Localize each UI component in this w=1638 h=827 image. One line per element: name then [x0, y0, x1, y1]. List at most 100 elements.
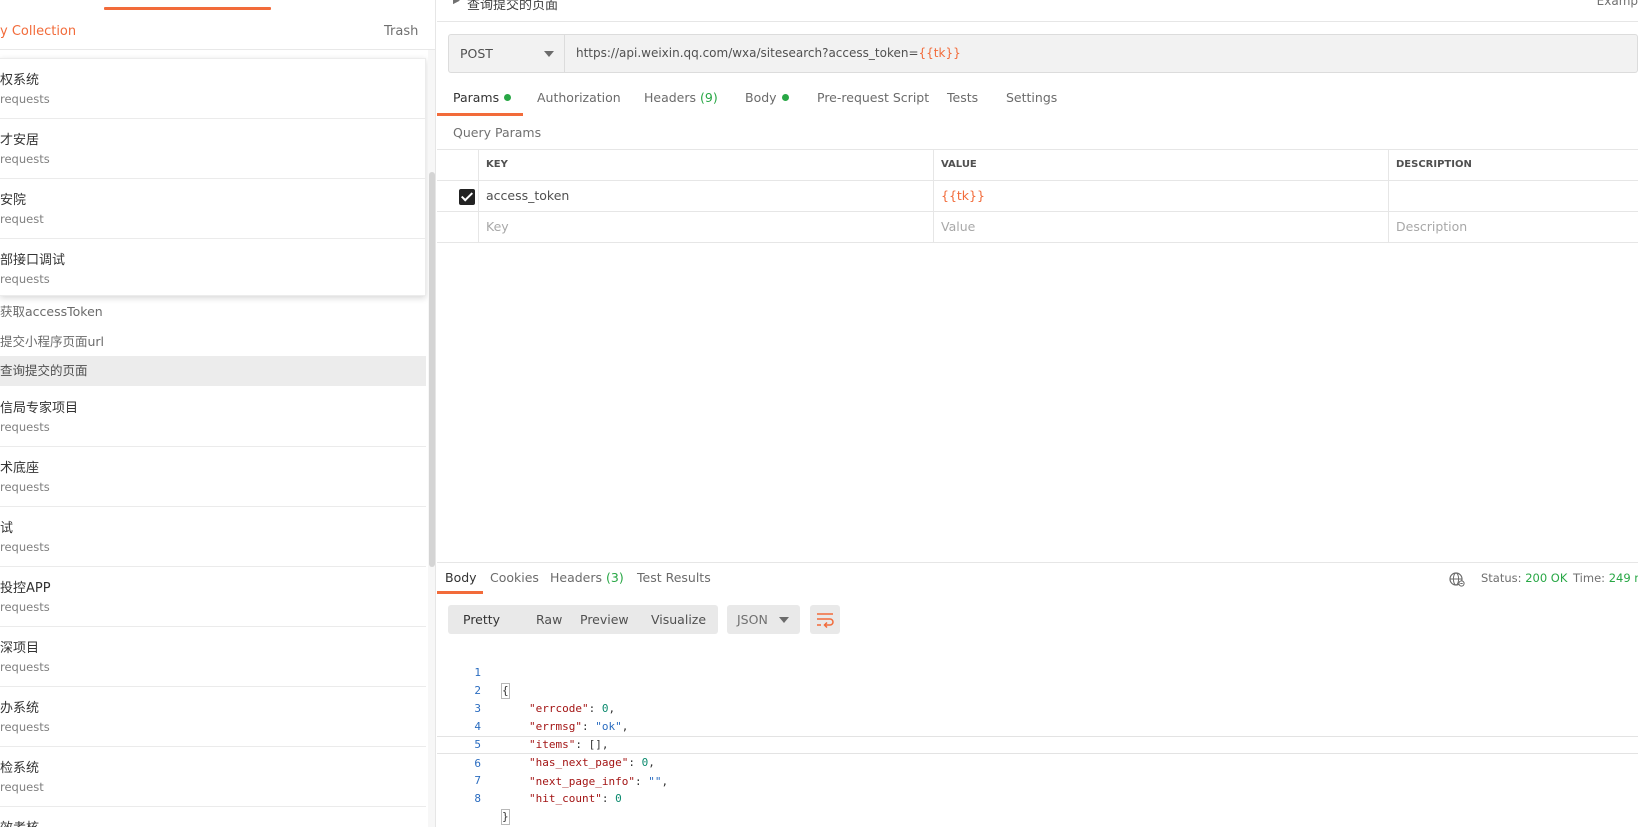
chevron-down-icon	[779, 617, 789, 623]
response-headers-count: (3)	[606, 570, 624, 585]
sidebar-scrollbar-thumb[interactable]	[429, 172, 435, 567]
tab-cookies[interactable]: Cookies	[490, 570, 539, 585]
collection-name: 才安居	[0, 133, 40, 148]
collection-count: requests	[0, 660, 50, 674]
collection-count: requests	[0, 600, 50, 614]
request-item-selected[interactable]: 查询提交的页面	[0, 356, 426, 386]
response-time[interactable]: Time: 249 m	[1573, 571, 1638, 585]
code-text: }	[501, 808, 510, 826]
pretty-button[interactable]: Pretty	[463, 612, 500, 627]
param-key[interactable]: access_token	[478, 181, 933, 211]
param-description[interactable]	[1388, 181, 1638, 211]
wrap-line-button[interactable]	[810, 605, 840, 634]
collection-item[interactable]: 安院 request	[0, 179, 426, 239]
method-select[interactable]: POST	[449, 35, 565, 72]
sidebar-active-tab-indicator	[104, 7, 271, 10]
description-input[interactable]: Description	[1388, 212, 1638, 242]
json-key: "hit_count"	[529, 792, 602, 805]
collection-item[interactable]: 投控APP requests	[0, 567, 426, 627]
tab-body[interactable]: Body	[745, 90, 789, 105]
url-bar: POST https://api.weixin.qq.com/wxa/sites…	[448, 34, 1638, 73]
collection-item[interactable]: 部接口调试 requests	[0, 239, 426, 299]
request-item[interactable]: 获取accessToken	[0, 297, 426, 327]
code-line: 1 {	[437, 646, 1638, 699]
wrap-lines-icon	[817, 613, 834, 629]
status-label: Status:	[1481, 571, 1522, 585]
raw-button[interactable]: Raw	[536, 612, 562, 627]
collection-name: 效考核	[0, 817, 39, 827]
collection-name: 安院	[0, 193, 27, 208]
collection-count: requests	[0, 92, 50, 106]
tab-pre-request-script[interactable]: Pre-request Script	[817, 90, 929, 105]
key-column-header: KEY	[478, 150, 933, 180]
code-line: 8 }	[437, 772, 1638, 825]
collection-name: 投控APP	[0, 581, 51, 596]
response-body-code[interactable]: 1 { 2 "errcode": 0, 3 "errmsg": "ok", 4 …	[437, 646, 1638, 825]
body-indicator-dot	[781, 94, 789, 101]
collection-item[interactable]: 检系统 request	[0, 747, 426, 807]
headers-count: (9)	[700, 90, 718, 105]
table-row-empty: Key Value Description	[437, 212, 1638, 243]
response-divider[interactable]	[437, 562, 1638, 563]
url-variable: {{tk}}	[918, 46, 961, 60]
globe-icon[interactable]	[1449, 571, 1465, 587]
collection-count: requests	[0, 420, 50, 434]
collection-item[interactable]: 才安居 requests	[0, 119, 426, 179]
param-value[interactable]: {{tk}}	[933, 181, 1388, 211]
collection-item[interactable]: 术底座 requests	[0, 447, 426, 507]
collection-item[interactable]: 试 requests	[0, 507, 426, 567]
preview-button[interactable]: Preview	[580, 612, 629, 627]
collection-count: requests	[0, 152, 50, 166]
tab-headers[interactable]: Headers (9)	[644, 90, 718, 105]
breadcrumb: ▶ 查询提交的页面 Examp	[437, 0, 1638, 22]
collection-item[interactable]: 权系统 requests	[0, 59, 426, 119]
active-tab-underline	[437, 113, 523, 116]
url-input[interactable]: https://api.weixin.qq.com/wxa/sitesearch…	[576, 46, 961, 60]
tab-headers-label: Headers	[644, 90, 697, 105]
key-input[interactable]: Key	[478, 212, 933, 242]
status-value: 200 OK	[1525, 571, 1568, 585]
new-collection-button[interactable]: y Collection	[0, 24, 76, 39]
line-number: 8	[474, 792, 481, 805]
tab-params[interactable]: Params	[453, 90, 512, 105]
main-panel: ▶ 查询提交的页面 Examp POST https://api.weixin.…	[437, 0, 1638, 827]
code-line-highlighted: 6 "next_page_info": "",	[437, 736, 1638, 788]
collection-item[interactable]: 办系统 requests	[0, 687, 426, 747]
sidebar-header: y Collection Trash	[0, 14, 435, 50]
collection-name: 权系统	[0, 73, 40, 88]
sidebar: y Collection Trash 权系统 requests 才安居 requ…	[0, 0, 436, 827]
tab-test-results[interactable]: Test Results	[637, 570, 711, 585]
collection-name: 部接口调试	[0, 253, 66, 268]
params-table: KEY VALUE DESCRIPTION access_token {{tk}…	[437, 149, 1638, 243]
collection-count: requests	[0, 720, 50, 734]
code-line: 4 "items": [],	[437, 700, 1638, 751]
request-item[interactable]: 提交小程序页面url	[0, 327, 426, 357]
collection-name: 深项目	[0, 641, 40, 656]
collection-name: 办系统	[0, 701, 40, 716]
method-label: POST	[460, 46, 493, 61]
examples-button[interactable]: Examp	[1597, 0, 1638, 8]
request-title[interactable]: 查询提交的页面	[467, 0, 558, 13]
collection-item[interactable]: 信局专家项目 requests	[0, 387, 426, 447]
collection-name: 检系统	[0, 761, 40, 776]
tab-tests[interactable]: Tests	[947, 90, 978, 105]
tab-settings[interactable]: Settings	[1006, 90, 1057, 105]
value-input[interactable]: Value	[933, 212, 1388, 242]
tab-authorization[interactable]: Authorization	[537, 90, 621, 105]
value-column-header: VALUE	[933, 150, 1388, 180]
trash-button[interactable]: Trash	[384, 24, 418, 39]
collection-item[interactable]: 深项目 requests	[0, 627, 426, 687]
format-button-group: Pretty Raw Preview Visualize	[448, 605, 718, 634]
collection-name: 术底座	[0, 461, 40, 476]
tab-response-headers[interactable]: Headers (3)	[550, 570, 624, 585]
url-base: https://api.weixin.qq.com/wxa/sitesearch…	[576, 46, 919, 60]
row-checkbox[interactable]	[459, 189, 475, 205]
visualize-button[interactable]: Visualize	[651, 612, 706, 627]
tab-response-body[interactable]: Body	[445, 570, 477, 585]
caret-right-icon[interactable]: ▶	[453, 0, 460, 6]
row-checkbox-cell	[437, 212, 478, 242]
response-tab-underline	[437, 591, 483, 594]
time-label: Time:	[1573, 571, 1606, 585]
language-select[interactable]: JSON	[727, 605, 800, 634]
collection-item[interactable]: 效考核	[0, 807, 426, 827]
